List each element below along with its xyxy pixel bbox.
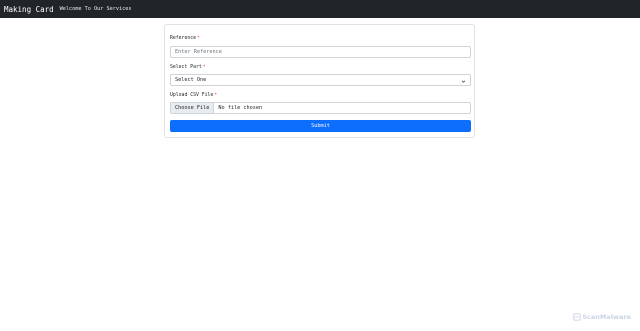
reference-label: Reference* [170,36,200,41]
upload-required-mark: * [214,93,218,98]
top-navbar: Making Card Welcome To Our Services [0,0,640,18]
file-status: No file chosen [218,105,263,111]
choose-file-button[interactable]: Choose File [171,103,215,113]
navbar-tagline: Welcome To Our Services [59,6,132,12]
reference-placeholder: Enter Reference [175,49,222,55]
watermark: ScanMalware [573,313,631,321]
part-label: Select Part* [170,65,206,70]
chevron-down-icon [461,80,466,83]
reference-label-text: Reference [170,36,196,41]
part-label-text: Select Part [170,65,202,70]
reference-required-mark: * [197,36,200,41]
part-select-value: Select One [175,77,207,83]
reference-input[interactable]: Enter Reference [170,46,471,58]
part-select[interactable]: Select One [170,74,471,86]
scanmalware-logo-icon [573,313,582,321]
form-card: Reference* Enter Reference Select Part* … [164,24,475,138]
submit-button[interactable]: Submit [170,120,471,132]
upload-label-text: Upload CSV File [170,93,214,98]
brand-link[interactable]: Making Card [4,5,54,14]
watermark-text: ScanMalware [582,313,631,321]
csv-file-input[interactable]: Choose File No file chosen [170,102,471,114]
part-required-mark: * [202,65,206,70]
upload-label: Upload CSV File* [170,93,217,98]
